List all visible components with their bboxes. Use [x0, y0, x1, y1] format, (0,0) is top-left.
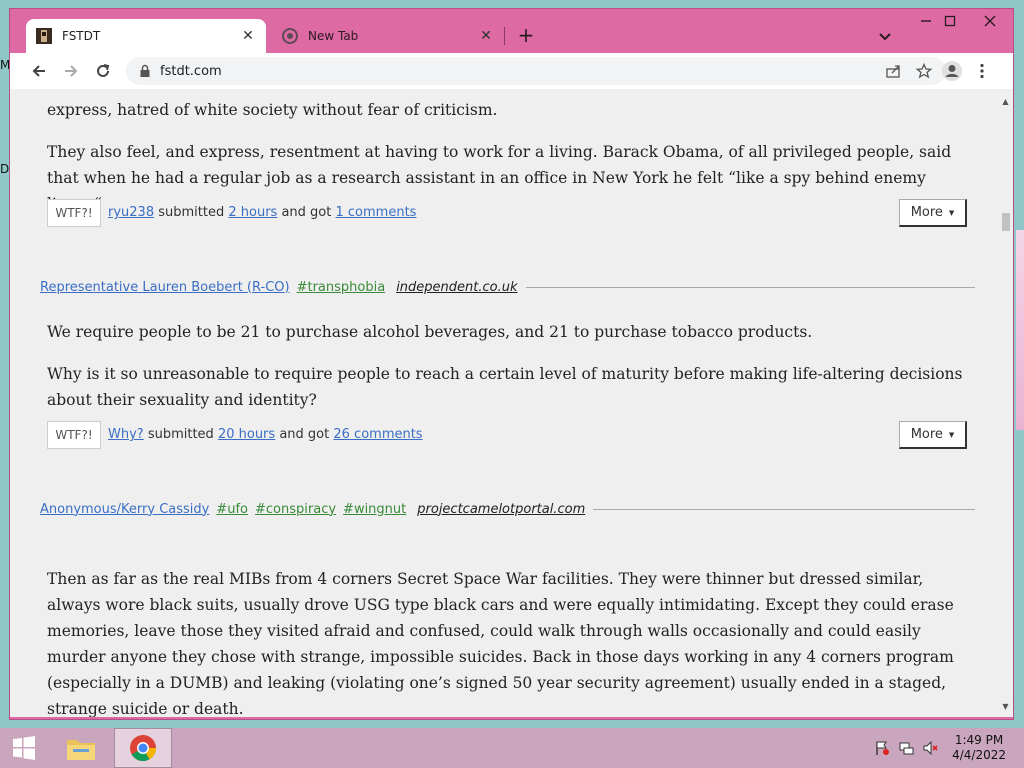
more-label: More — [910, 205, 943, 220]
more-label: More — [910, 427, 943, 442]
network-icon[interactable] — [898, 740, 914, 756]
desktop-wallpaper-fragment — [1016, 230, 1024, 430]
windows-logo-icon — [13, 736, 35, 760]
scroll-down-icon[interactable]: ▼ — [1001, 702, 1010, 711]
submission-info: Why? submitted 20 hours and got 26 comme… — [108, 427, 423, 442]
tag-link[interactable]: #conspiracy — [255, 502, 336, 517]
start-button[interactable] — [0, 728, 48, 768]
post-actions: WTF?! ryu238 submitted 2 hours and got 1… — [47, 199, 967, 229]
browser-window: FSTDT ✕ New Tab ✕ + fstdt.com express, h… — [10, 9, 1013, 719]
scroll-up-icon[interactable]: ▲ — [1001, 97, 1010, 106]
chrome-taskbar-button[interactable] — [114, 728, 172, 768]
wtf-button[interactable]: WTF?! — [47, 199, 101, 227]
new-tab-button[interactable]: + — [515, 25, 537, 47]
more-button[interactable]: More ▼ — [899, 199, 967, 227]
menu-button[interactable] — [972, 59, 992, 83]
taskbar-clock[interactable]: 1:49 PM 4/4/2022 — [952, 733, 1006, 763]
desktop-icon-label: D — [0, 162, 10, 176]
clock-time: 1:49 PM — [954, 733, 1004, 747]
post-meta: Representative Lauren Boebert (R-CO) #tr… — [40, 277, 975, 297]
close-icon[interactable]: ✕ — [478, 28, 494, 44]
divider — [525, 286, 975, 288]
vertical-scrollbar[interactable]: ▲ ▼ — [998, 89, 1013, 717]
minimize-icon — [921, 20, 931, 22]
address-bar[interactable]: fstdt.com — [126, 57, 946, 85]
desktop-icon-label: M — [0, 58, 11, 72]
comments-link[interactable]: 1 comments — [336, 205, 417, 220]
quote-paragraph: Then as far as the real MIBs from 4 corn… — [47, 570, 954, 717]
time-link[interactable]: 20 hours — [218, 427, 275, 442]
url-text: fstdt.com — [160, 63, 222, 79]
chevron-down-icon[interactable] — [874, 25, 896, 47]
more-button[interactable]: More ▼ — [899, 421, 967, 449]
tag-link[interactable]: #wingnut — [343, 502, 406, 517]
submitted-text: submitted — [147, 427, 214, 442]
source-link[interactable]: independent.co.uk — [396, 280, 517, 295]
source-link[interactable]: projectcamelotportal.com — [417, 502, 585, 517]
submitter-link[interactable]: Why? — [108, 427, 144, 442]
tab-title: FSTDT — [62, 29, 101, 43]
comments-link[interactable]: 26 comments — [333, 427, 422, 442]
share-icon[interactable] — [886, 64, 902, 78]
close-window-button[interactable] — [970, 9, 1010, 33]
browser-toolbar: fstdt.com — [10, 53, 1013, 89]
kebab-menu-icon — [980, 63, 984, 79]
author-link[interactable]: Anonymous/Kerry Cassidy — [40, 502, 209, 517]
folder-icon — [67, 740, 95, 760]
volume-muted-icon[interactable] — [922, 740, 938, 756]
post-meta: Anonymous/Kerry Cassidy #ufo #conspiracy… — [40, 499, 975, 519]
quote-text: We require people to be 21 to purchase a… — [47, 319, 967, 413]
scrollbar-thumb[interactable] — [1002, 213, 1010, 231]
tag-link[interactable]: #ufo — [216, 502, 248, 517]
page-content: express, hatred of white society without… — [10, 89, 1013, 717]
tab-strip: FSTDT ✕ New Tab ✕ + — [10, 9, 1013, 53]
forward-button[interactable] — [58, 59, 84, 83]
profile-button[interactable] — [939, 59, 965, 83]
back-button[interactable] — [26, 59, 52, 83]
fstdt-favicon-icon — [36, 28, 52, 44]
author-link[interactable]: Representative Lauren Boebert (R-CO) — [40, 280, 290, 295]
submitter-link[interactable]: ryu238 — [108, 205, 154, 220]
quote-paragraph: We require people to be 21 to purchase a… — [47, 323, 813, 341]
arrow-right-icon — [65, 65, 78, 77]
bookmark-star-icon[interactable] — [916, 63, 932, 79]
and-got-text: and got — [279, 427, 330, 442]
tab-new-tab[interactable]: New Tab ✕ — [272, 19, 504, 53]
wtf-button[interactable]: WTF?! — [47, 421, 101, 449]
and-got-text: and got — [281, 205, 332, 220]
reload-icon — [97, 64, 110, 77]
lock-icon — [140, 64, 150, 77]
action-center-flag-icon[interactable] — [874, 740, 890, 756]
tab-title: New Tab — [308, 29, 359, 43]
post-actions: WTF?! Why? submitted 20 hours and got 26… — [47, 421, 967, 451]
submitted-text: submitted — [158, 205, 225, 220]
reload-button[interactable] — [90, 59, 116, 83]
file-explorer-button[interactable] — [58, 728, 104, 768]
close-icon[interactable]: ✕ — [240, 28, 256, 44]
tab-divider — [504, 27, 505, 45]
quote-paragraph: Why is it so unreasonable to require peo… — [47, 365, 963, 409]
quote-paragraph: express, hatred of white society without… — [47, 101, 498, 119]
arrow-left-icon — [32, 65, 45, 77]
time-link[interactable]: 2 hours — [228, 205, 277, 220]
taskbar: 1:49 PM 4/4/2022 — [0, 728, 1024, 768]
tag-link[interactable]: #transphobia — [297, 280, 386, 295]
submission-info: ryu238 submitted 2 hours and got 1 comme… — [108, 205, 416, 220]
quote-text: Then as far as the real MIBs from 4 corn… — [47, 566, 967, 717]
avatar-icon — [942, 61, 962, 81]
maximize-icon — [944, 15, 956, 27]
caret-down-icon: ▼ — [948, 208, 955, 217]
divider — [593, 508, 975, 510]
chrome-icon — [282, 28, 298, 44]
clock-date: 4/4/2022 — [952, 748, 1006, 762]
tab-fstdt[interactable]: FSTDT ✕ — [26, 19, 266, 53]
caret-down-icon: ▼ — [948, 430, 955, 439]
maximize-button[interactable] — [934, 9, 966, 33]
chrome-icon — [130, 735, 157, 762]
close-icon — [984, 15, 996, 27]
